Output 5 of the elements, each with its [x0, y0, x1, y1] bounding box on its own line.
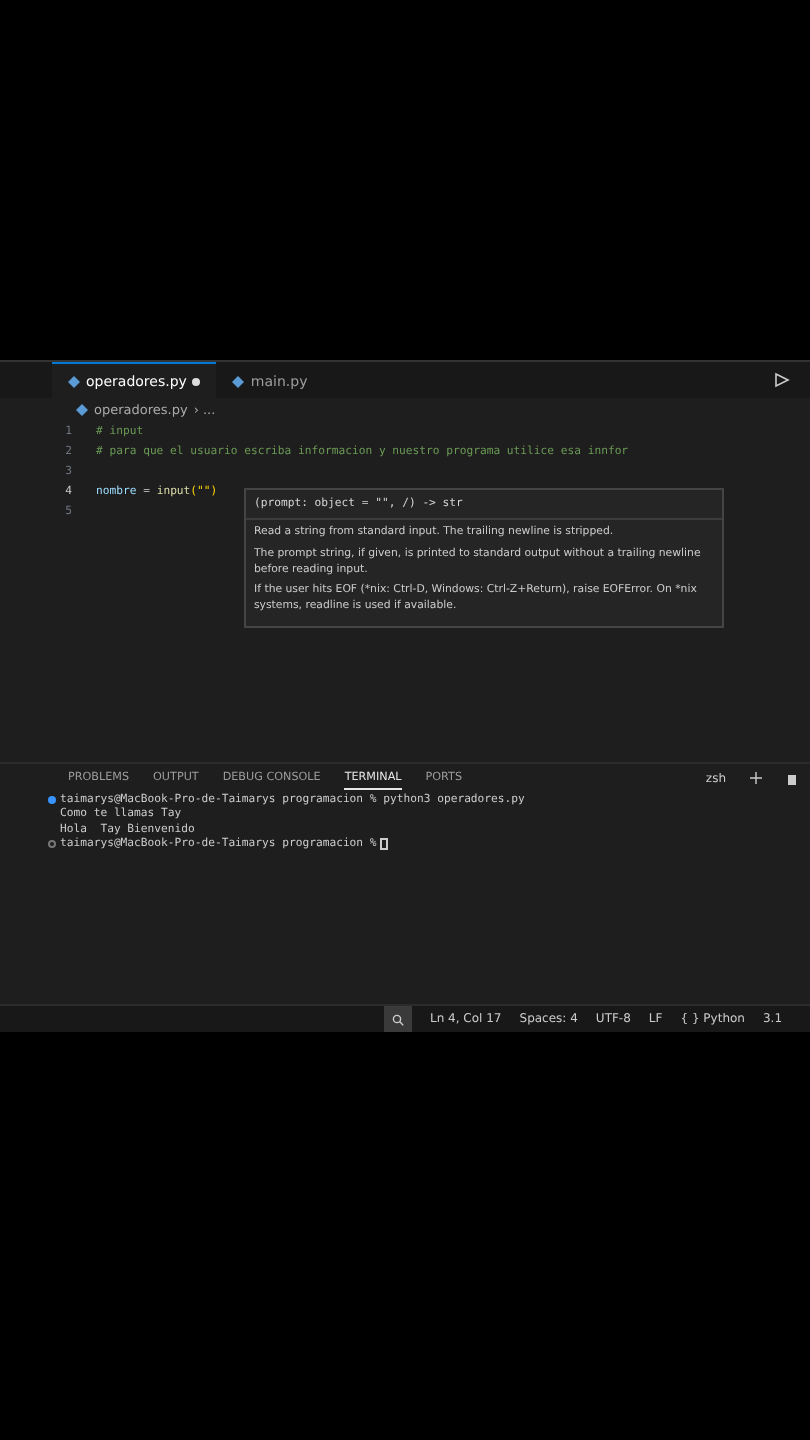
run-icon[interactable]	[774, 372, 790, 388]
terminal-cursor	[380, 838, 389, 851]
search-icon	[392, 1013, 404, 1025]
zoom-button[interactable]	[384, 1006, 412, 1032]
plus-icon[interactable]	[750, 772, 762, 784]
